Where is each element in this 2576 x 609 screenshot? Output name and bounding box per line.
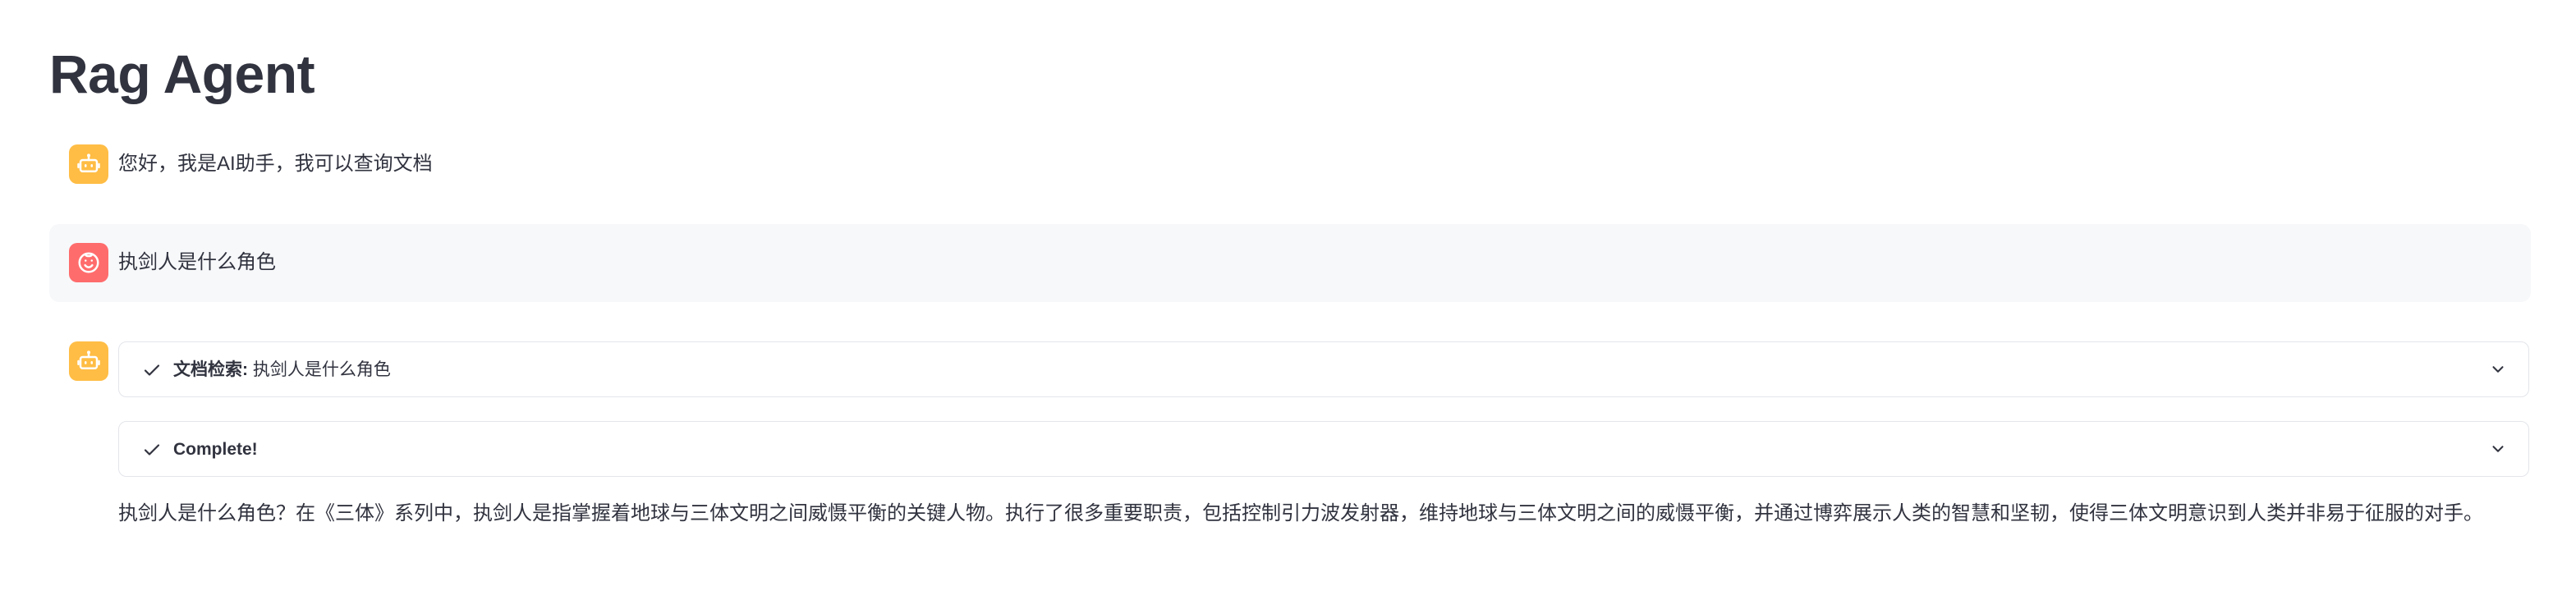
robot-icon [77, 153, 100, 172]
step-label-rest: 执剑人是什么角色 [248, 360, 391, 379]
chevron-down-icon[interactable] [2489, 440, 2507, 458]
step-label: Complete! [173, 437, 258, 463]
user-message-text: 执剑人是什么角色 [118, 251, 276, 273]
step-label-bold: 文档检索: [173, 360, 248, 379]
step-label: 文档检索: 执剑人是什么角色 [173, 357, 391, 383]
face-icon [78, 252, 99, 273]
step-expander-complete[interactable]: Complete! [118, 421, 2529, 477]
robot-icon [77, 350, 100, 369]
check-icon [144, 444, 160, 456]
step-label-bold: Complete! [173, 440, 258, 459]
user-avatar [69, 243, 108, 282]
page-title: Rag Agent [49, 44, 315, 104]
check-icon [144, 364, 160, 376]
assistant-avatar [69, 144, 108, 184]
user-message-row [49, 224, 2531, 302]
assistant-avatar [69, 341, 108, 381]
assistant-message-text: 您好，我是AI助手，我可以查询文档 [118, 153, 433, 175]
app-page: Rag Agent 您好，我是AI助手，我可以查询文档 执剑人是什么角色 文档检… [0, 0, 2576, 609]
chevron-down-icon[interactable] [2489, 360, 2507, 378]
step-expander-document-search[interactable]: 文档检索: 执剑人是什么角色 [118, 341, 2529, 397]
assistant-answer-text: 执剑人是什么角色？在《三体》系列中，执剑人是指掌握着地球与三体文明之间威慑平衡的… [118, 502, 2483, 524]
